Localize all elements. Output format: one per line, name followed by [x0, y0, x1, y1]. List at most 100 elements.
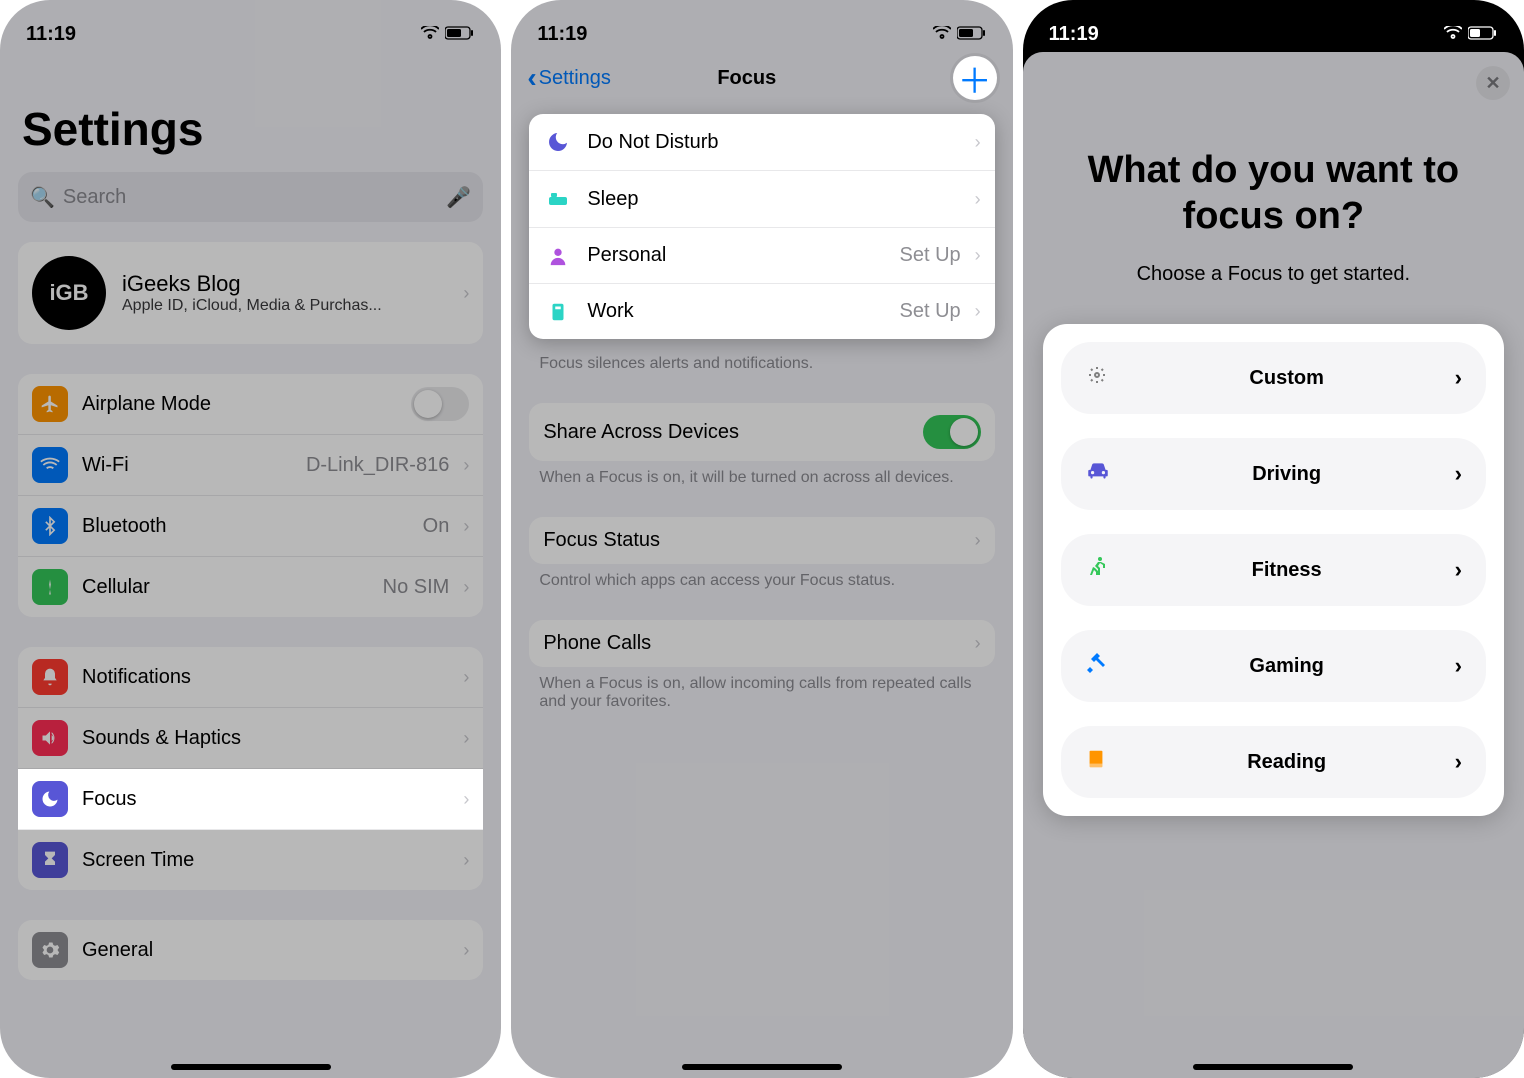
reading-icon: [1085, 747, 1119, 778]
status-time: 11:19: [1049, 23, 1099, 46]
focus-item-personal[interactable]: Personal Set Up ›: [529, 228, 994, 284]
chevron-right-icon: ›: [463, 455, 469, 476]
chevron-right-icon: ›: [463, 667, 469, 688]
focus-item-label: Work: [587, 300, 885, 323]
chevron-right-icon: ›: [463, 516, 469, 537]
apple-id-row[interactable]: iGB iGeeks Blog Apple ID, iCloud, Media …: [18, 242, 483, 344]
chevron-right-icon: ›: [975, 245, 981, 266]
focus-settings-screen: 11:19 ‹Settings Focus ＋ Do Not Disturb›S…: [511, 0, 1012, 1078]
gaming-icon: [1085, 651, 1119, 682]
share-row[interactable]: Share Across Devices: [529, 403, 994, 461]
row-label: Screen Time: [82, 849, 449, 872]
sheet-title: What do you want to focus on?: [1063, 148, 1484, 239]
battery-icon: [445, 23, 475, 46]
focus-option-gaming[interactable]: Gaming›: [1061, 630, 1486, 702]
focus-option-driving[interactable]: Driving›: [1061, 438, 1486, 510]
home-indicator[interactable]: [1193, 1064, 1353, 1070]
plus-icon: ＋: [958, 54, 992, 103]
status-time: 11:19: [26, 23, 76, 46]
hourglass-icon: [32, 842, 68, 878]
phone-calls-row[interactable]: Phone Calls›: [529, 620, 994, 667]
moon-icon: [32, 781, 68, 817]
row-value: No SIM: [383, 576, 450, 599]
settings-row-cellular[interactable]: Cellular No SIM ›: [18, 557, 483, 617]
settings-row-wi-fi[interactable]: Wi-Fi D-Link_DIR-816 ›: [18, 435, 483, 496]
bluetooth-icon: [32, 508, 68, 544]
row-label: General: [82, 939, 449, 962]
chevron-right-icon: ›: [463, 789, 469, 810]
chevron-right-icon: ›: [463, 728, 469, 749]
focus-item-value: Set Up: [900, 244, 961, 267]
nav-header: ‹Settings Focus ＋: [511, 52, 1012, 114]
search-input[interactable]: 🔍 Search 🎤: [18, 172, 483, 222]
chevron-right-icon: ›: [463, 940, 469, 961]
settings-row-sounds-haptics[interactable]: Sounds & Haptics ›: [18, 708, 483, 769]
settings-row-airplane-mode[interactable]: Airplane Mode: [18, 374, 483, 435]
row-value: On: [423, 515, 450, 538]
close-icon: ✕: [1485, 73, 1500, 94]
wifi-icon: [421, 23, 439, 46]
mic-icon[interactable]: 🎤: [446, 185, 471, 210]
chevron-right-icon: ›: [1455, 749, 1462, 775]
driving-icon: [1085, 458, 1119, 491]
search-icon: 🔍: [30, 185, 55, 210]
gear-icon: [32, 932, 68, 968]
focus-footer: Focus silences alerts and notifications.: [511, 347, 1012, 391]
focus-item-label: Personal: [587, 244, 885, 267]
focus-item-do-not-disturb[interactable]: Do Not Disturb›: [529, 114, 994, 171]
row-label: Focus: [82, 788, 449, 811]
settings-row-general[interactable]: General ›: [18, 920, 483, 980]
chevron-right-icon: ›: [463, 577, 469, 598]
wifi-icon: [933, 23, 951, 46]
focus-item-value: Set Up: [900, 300, 961, 323]
chevron-right-icon: ›: [975, 132, 981, 153]
bell-icon: [32, 659, 68, 695]
chevron-right-icon: ›: [1455, 653, 1462, 679]
speaker-icon: [32, 720, 68, 756]
sheet-subtitle: Choose a Focus to get started.: [1043, 263, 1504, 286]
focus-item-sleep[interactable]: Sleep›: [529, 171, 994, 228]
option-label: Fitness: [1119, 559, 1455, 582]
chevron-right-icon: ›: [975, 633, 981, 654]
close-button[interactable]: ✕: [1476, 66, 1510, 100]
focus-option-custom[interactable]: Custom›: [1061, 342, 1486, 414]
focus-option-reading[interactable]: Reading›: [1061, 726, 1486, 798]
settings-row-notifications[interactable]: Notifications ›: [18, 647, 483, 708]
option-label: Reading: [1119, 751, 1455, 774]
row-label: Cellular: [82, 576, 369, 599]
chevron-right-icon: ›: [1455, 461, 1462, 487]
option-label: Custom: [1119, 367, 1455, 390]
work-icon: [543, 301, 573, 323]
chevron-left-icon: ‹: [527, 62, 536, 94]
avatar: iGB: [32, 256, 106, 330]
focus-status-row[interactable]: Focus Status›: [529, 517, 994, 564]
apple-id-name: iGeeks Blog: [122, 271, 447, 297]
airplane-icon: [32, 386, 68, 422]
row-label: Airplane Mode: [82, 393, 397, 416]
row-value: D-Link_DIR-816: [306, 454, 449, 477]
row-label: Sounds & Haptics: [82, 727, 449, 750]
row-label: Notifications: [82, 666, 449, 689]
settings-row-bluetooth[interactable]: Bluetooth On ›: [18, 496, 483, 557]
row-label: Wi-Fi: [82, 454, 292, 477]
share-toggle[interactable]: [923, 415, 981, 449]
focus-picker-screen: 11:19 ✕ What do you want to focus on? Ch…: [1023, 0, 1524, 1078]
wifi-icon: [32, 447, 68, 483]
chevron-right-icon: ›: [463, 850, 469, 871]
row-label: Bluetooth: [82, 515, 409, 538]
home-indicator[interactable]: [682, 1064, 842, 1070]
status-bar: 11:19: [0, 0, 501, 52]
toggle[interactable]: [411, 387, 469, 421]
chevron-right-icon: ›: [975, 301, 981, 322]
home-indicator[interactable]: [171, 1064, 331, 1070]
settings-screen: 11:19 Settings 🔍 Search 🎤 iGB iGeeks Blo…: [0, 0, 501, 1078]
fitness-icon: [1085, 555, 1119, 586]
settings-row-screen-time[interactable]: Screen Time ›: [18, 830, 483, 890]
status-bar: 11:19: [1023, 0, 1524, 52]
focus-option-fitness[interactable]: Fitness›: [1061, 534, 1486, 606]
settings-row-focus[interactable]: Focus ›: [18, 769, 483, 830]
apple-id-sub: Apple ID, iCloud, Media & Purchas...: [122, 297, 447, 315]
add-button[interactable]: ＋: [953, 56, 997, 100]
focus-item-work[interactable]: Work Set Up ›: [529, 284, 994, 339]
do-not-disturb-icon: [543, 130, 573, 154]
